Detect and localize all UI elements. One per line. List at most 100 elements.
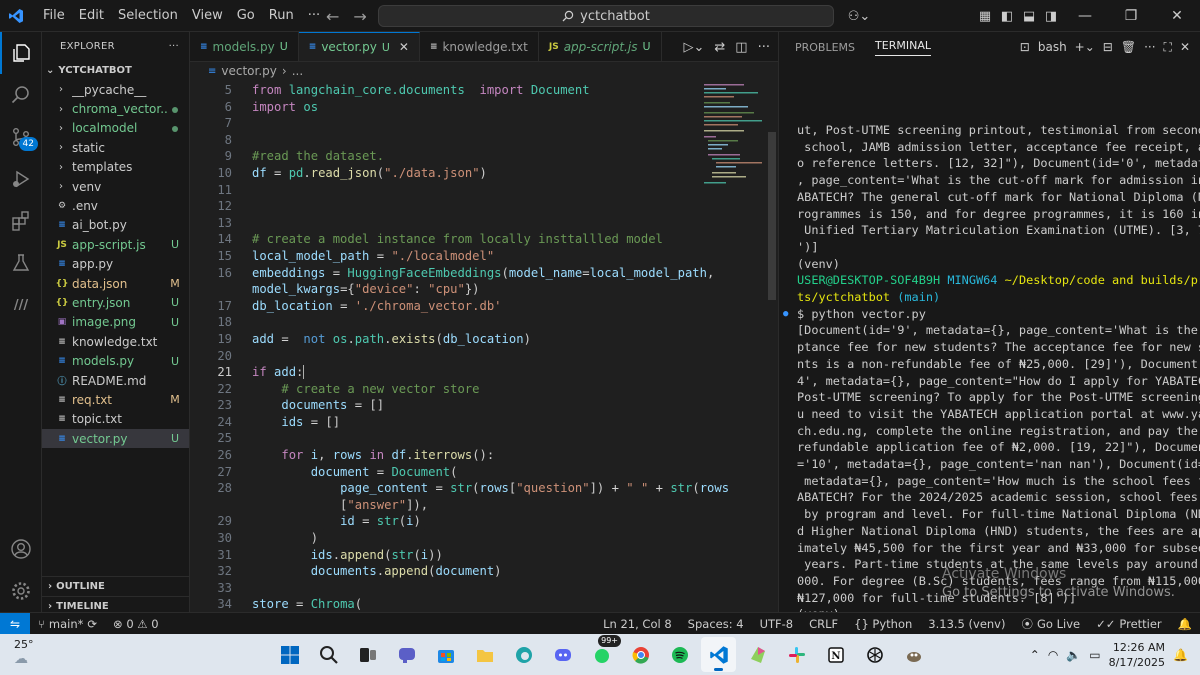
toggle-panel-icon[interactable]: ⬓ (1018, 5, 1040, 27)
spotify-icon[interactable] (662, 637, 697, 672)
menu-more-icon[interactable]: ··· (301, 0, 327, 32)
maximize-panel-icon[interactable]: ⛶ (1164, 40, 1172, 55)
explorer-item[interactable]: JS app-script.js U (42, 235, 189, 254)
python-interpreter[interactable]: 3.13.5 (venv) (920, 617, 1013, 631)
taskbar-search-icon[interactable] (311, 637, 346, 672)
go-live-button[interactable]: ⦿ Go Live (1013, 616, 1088, 632)
branch-indicator[interactable]: ⑂ main* ⟳ (30, 617, 105, 631)
encoding[interactable]: UTF-8 (752, 617, 802, 631)
extensions-icon[interactable] (0, 200, 42, 242)
explorer-item[interactable]: ⚙ .env (42, 196, 189, 215)
vscode-taskbar-icon[interactable] (701, 637, 736, 672)
run-python-icon[interactable]: ▷⌄ (684, 40, 705, 55)
explorer-item[interactable]: ▣ image.png U (42, 313, 189, 332)
forward-arrow-icon[interactable]: → (353, 7, 366, 26)
store-icon[interactable] (428, 637, 463, 672)
command-center-search[interactable]: yctchatbot (378, 5, 834, 27)
menu-edit[interactable]: Edit (72, 0, 111, 32)
close-button[interactable]: ✕ (1154, 0, 1200, 32)
tray-chevron-up-icon[interactable]: ⌃ (1030, 648, 1040, 662)
customize-layout-icon[interactable]: ▦ (974, 5, 996, 27)
explorer-item[interactable]: ≡ app.py (42, 255, 189, 274)
copilot-app-icon[interactable] (740, 637, 775, 672)
testing-icon[interactable] (0, 242, 42, 284)
remote-indicator-icon[interactable]: ⇋ (0, 612, 30, 635)
explorer-item[interactable]: ⓘ README.md (42, 371, 189, 390)
task-view-icon[interactable] (350, 637, 385, 672)
explorer-item[interactable]: › localmodel (42, 119, 189, 138)
menu-go[interactable]: Go (230, 0, 262, 32)
notion-icon[interactable]: N (818, 637, 853, 672)
weather-widget[interactable]: 25° ☁ (14, 638, 34, 667)
menu-selection[interactable]: Selection (111, 0, 185, 32)
explorer-item[interactable]: ≡ vector.py U (42, 429, 189, 449)
source-control-icon[interactable]: 42 (0, 116, 42, 158)
menu-file[interactable]: File (36, 0, 72, 32)
start-button-icon[interactable] (272, 637, 307, 672)
chrome-icon[interactable] (623, 637, 658, 672)
search-icon[interactable] (0, 74, 42, 116)
editor-tab[interactable]: ≡ models.py U (190, 32, 299, 61)
split-editor-icon[interactable]: ◫ (735, 40, 747, 55)
code-editor[interactable]: 5 from langchain_core.documents import Do… (190, 82, 778, 612)
run-debug-icon[interactable] (0, 158, 42, 200)
explorer-item[interactable]: {} entry.json U (42, 293, 189, 312)
chat-app-icon[interactable] (389, 637, 424, 672)
prettier-button[interactable]: ✓✓ Prettier (1088, 617, 1170, 631)
new-terminal-icon[interactable]: +⌄ (1075, 40, 1095, 54)
kill-terminal-icon[interactable]: 🗑 (1121, 40, 1136, 54)
breadcrumb-rest[interactable]: ... (292, 64, 303, 78)
minimize-button[interactable]: — (1062, 0, 1108, 32)
toggle-secondary-sidebar-icon[interactable]: ◨ (1040, 5, 1062, 27)
explorer-item[interactable]: › __pycache__ (42, 80, 189, 99)
explorer-item[interactable]: › chroma_vector... (42, 99, 189, 118)
wifi-icon[interactable]: ◠ (1048, 648, 1058, 662)
slack-icon[interactable] (779, 637, 814, 672)
outline-section[interactable]: › OUTLINE (42, 576, 190, 596)
copilot-icon[interactable]: ⚇⌄ (844, 5, 874, 27)
explorer-item[interactable]: ≡ req.txt M (42, 390, 189, 409)
explorer-more-icon[interactable]: ··· (169, 41, 179, 52)
minimap[interactable] (702, 82, 766, 192)
indentation[interactable]: Spaces: 4 (680, 617, 752, 631)
battery-icon[interactable]: ▭ (1089, 648, 1100, 662)
volume-icon[interactable]: 🔈 (1066, 648, 1081, 662)
explorer-item[interactable]: ≡ knowledge.txt (42, 332, 189, 351)
explorer-item[interactable]: ≡ topic.txt (42, 410, 189, 429)
remote-explorer-icon[interactable]: /// (0, 284, 42, 326)
clock[interactable]: 12:26 AM 8/17/2025 (1109, 640, 1165, 670)
menu-run[interactable]: Run (262, 0, 301, 32)
back-arrow-icon[interactable]: ← (326, 7, 339, 26)
gimp-icon[interactable] (896, 637, 931, 672)
explorer-item[interactable]: ≡ ai_bot.py (42, 216, 189, 235)
close-panel-icon[interactable]: ✕ (1180, 40, 1190, 54)
editor-tab[interactable]: ≡ knowledge.txt (419, 32, 539, 61)
split-terminal-icon[interactable]: ⊟ (1103, 40, 1113, 54)
editor-scrollbar[interactable] (768, 132, 776, 300)
explorer-item[interactable]: ≡ models.py U (42, 351, 189, 370)
cursor-position[interactable]: Ln 21, Col 8 (595, 617, 680, 631)
close-tab-icon[interactable]: ✕ (399, 40, 409, 54)
tab-problems[interactable]: PROBLEMS (795, 41, 855, 54)
manage-gear-icon[interactable] (0, 570, 42, 612)
explorer-item[interactable]: › venv (42, 177, 189, 196)
chatgpt-icon[interactable] (857, 637, 892, 672)
explorer-item[interactable]: › templates (42, 158, 189, 177)
problems-indicator[interactable]: ⊗ 0 ⚠ 0 (105, 617, 167, 631)
restore-button[interactable]: ❐ (1108, 0, 1154, 32)
notifications-bell-icon[interactable]: 🔔 (1170, 617, 1200, 631)
explorer-icon[interactable] (0, 32, 42, 74)
tab-terminal[interactable]: TERMINAL (875, 39, 931, 56)
workspace-root[interactable]: ⌄ YCTCHATBOT (42, 60, 189, 80)
explorer-item[interactable]: {} data.json M (42, 274, 189, 293)
file-explorer-icon[interactable] (467, 637, 502, 672)
accounts-icon[interactable] (0, 528, 42, 570)
toggle-sidebar-icon[interactable]: ◧ (996, 5, 1018, 27)
menu-view[interactable]: View (185, 0, 230, 32)
editor-tab[interactable]: ≡ vector.py U ✕ (298, 32, 420, 61)
notification-bell-icon[interactable]: 🔔 (1173, 648, 1188, 662)
breadcrumb-file[interactable]: vector.py (221, 64, 277, 78)
explorer-item[interactable]: › static (42, 138, 189, 157)
end-of-line[interactable]: CRLF (801, 617, 846, 631)
edge-browser-icon[interactable] (506, 637, 541, 672)
